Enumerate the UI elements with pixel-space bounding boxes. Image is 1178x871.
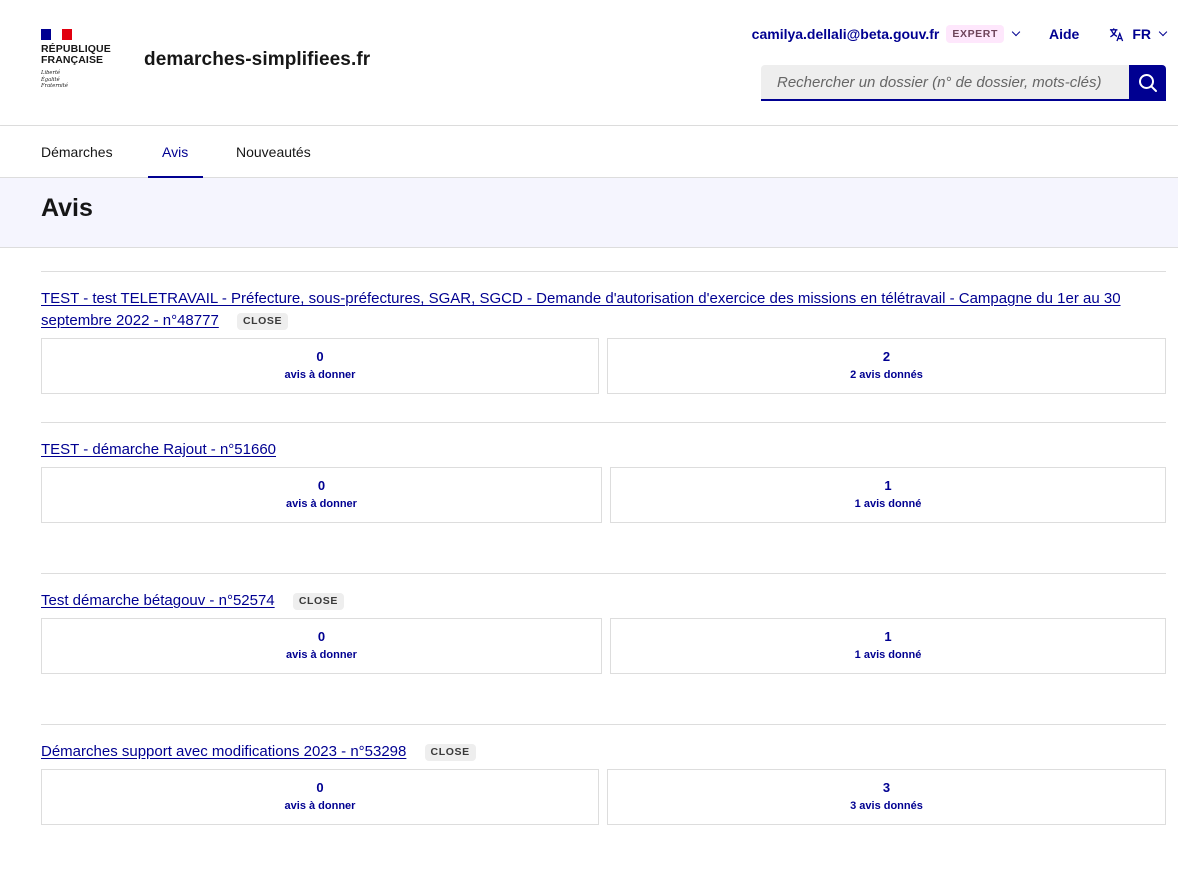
close-badge: CLOSE xyxy=(236,313,289,330)
page-title: Avis xyxy=(41,194,93,222)
page-title-band: Avis xyxy=(0,178,1178,248)
procedure-title-line: TEST - test TELETRAVAIL - Préfecture, so… xyxy=(41,288,1157,332)
logo-motto: Liberté Égalité Fraternité xyxy=(41,70,68,89)
given-avis-count: 1 xyxy=(884,478,892,493)
marianne-flag-icon xyxy=(41,29,72,40)
user-menu-button[interactable]: camilya.dellali@beta.gouv.fr EXPERT xyxy=(751,25,1021,43)
pending-avis-count: 0 xyxy=(316,780,324,795)
pending-avis-label: avis à donner xyxy=(286,498,357,510)
given-avis-label: 1 avis donné xyxy=(854,498,922,510)
pending-avis-card[interactable]: 0 avis à donner xyxy=(41,618,602,674)
language-selector[interactable]: FR xyxy=(1109,26,1168,42)
service-name-link[interactable]: demarches-simplifiees.fr xyxy=(144,49,370,71)
procedure-link[interactable]: TEST - démarche Rajout - n°51660 xyxy=(41,441,276,458)
procedure-stats: 0 avis à donner 1 1 avis donné xyxy=(41,618,1166,674)
chevron-down-icon xyxy=(1158,27,1168,37)
nav-item-nouveautes[interactable]: Nouveautés xyxy=(236,126,311,178)
procedure-item: TEST - démarche Rajout - n°51660 0 avis … xyxy=(41,422,1166,573)
pending-avis-card[interactable]: 0 avis à donner xyxy=(41,338,599,394)
procedure-list: TEST - test TELETRAVAIL - Préfecture, so… xyxy=(0,248,1178,871)
republique-francaise-logo[interactable]: RÉPUBLIQUE FRANÇAISE Liberté Égalité Fra… xyxy=(41,29,121,90)
nav-item-avis[interactable]: Avis xyxy=(148,126,204,178)
close-badge: CLOSE xyxy=(292,593,344,610)
given-avis-count: 2 xyxy=(882,349,891,364)
given-avis-label: 2 avis donnés xyxy=(850,369,923,381)
main-nav: Démarches Avis Nouveautés xyxy=(0,126,1178,178)
procedure-item: TEST - test TELETRAVAIL - Préfecture, so… xyxy=(41,271,1166,422)
language-label: FR xyxy=(1132,26,1151,42)
site-header: RÉPUBLIQUE FRANÇAISE Liberté Égalité Fra… xyxy=(0,0,1178,126)
given-avis-card[interactable]: 1 1 avis donné xyxy=(610,467,1166,523)
given-avis-card[interactable]: 3 3 avis donnés xyxy=(607,769,1166,825)
procedure-stats: 0 avis à donner 1 1 avis donné xyxy=(41,467,1166,523)
procedure-title-line: Test démarche bétagouv - n°52574 CLOSE xyxy=(41,590,1157,612)
procedure-stats: 0 avis à donner 3 3 avis donnés xyxy=(41,769,1166,825)
given-avis-count: 1 xyxy=(884,629,892,644)
search-form xyxy=(761,65,1166,101)
given-avis-label: 3 avis donnés xyxy=(850,800,923,812)
search-button[interactable] xyxy=(1129,65,1166,101)
pending-avis-label: avis à donner xyxy=(284,800,356,812)
procedure-item: Test démarche bétagouv - n°52574 CLOSE 0… xyxy=(41,573,1166,724)
procedure-link[interactable]: Démarches support avec modifications 202… xyxy=(41,743,406,760)
procedure-stats: 0 avis à donner 2 2 avis donnés xyxy=(41,338,1166,394)
procedure-link[interactable]: Test démarche bétagouv - n°52574 xyxy=(41,592,275,609)
procedure-title-line: TEST - démarche Rajout - n°51660 xyxy=(41,439,1157,461)
pending-avis-label: avis à donner xyxy=(286,649,357,661)
pending-avis-card[interactable]: 0 avis à donner xyxy=(41,467,602,523)
procedure-link[interactable]: TEST - test TELETRAVAIL - Préfecture, so… xyxy=(41,290,1121,329)
procedure-item: Démarches support avec modifications 202… xyxy=(41,724,1166,871)
header-tools: camilya.dellali@beta.gouv.fr EXPERT Aide… xyxy=(751,24,1168,44)
close-badge: CLOSE xyxy=(424,744,476,761)
nav-item-label: Avis xyxy=(162,144,189,160)
pending-avis-count: 0 xyxy=(316,349,324,364)
user-email: camilya.dellali@beta.gouv.fr xyxy=(751,26,940,42)
translate-icon xyxy=(1110,27,1124,41)
given-avis-label: 1 avis donné xyxy=(854,649,922,661)
nav-item-demarches[interactable]: Démarches xyxy=(41,126,113,178)
given-avis-card[interactable]: 1 1 avis donné xyxy=(610,618,1166,674)
pending-avis-count: 0 xyxy=(317,478,326,493)
search-input[interactable] xyxy=(761,65,1129,101)
given-avis-count: 3 xyxy=(882,780,891,795)
logo-name: RÉPUBLIQUE FRANÇAISE xyxy=(41,43,111,66)
nav-item-label: Démarches xyxy=(41,144,113,160)
search-icon xyxy=(1138,74,1157,92)
nav-item-label: Nouveautés xyxy=(236,144,311,160)
given-avis-card[interactable]: 2 2 avis donnés xyxy=(607,338,1166,394)
aide-link[interactable]: Aide xyxy=(1049,26,1079,42)
procedure-title-line: Démarches support avec modifications 202… xyxy=(41,741,1157,763)
pending-avis-count: 0 xyxy=(317,629,326,644)
role-badge: EXPERT xyxy=(946,25,1004,43)
chevron-down-icon xyxy=(1011,27,1021,37)
pending-avis-label: avis à donner xyxy=(284,369,356,381)
pending-avis-card[interactable]: 0 avis à donner xyxy=(41,769,599,825)
